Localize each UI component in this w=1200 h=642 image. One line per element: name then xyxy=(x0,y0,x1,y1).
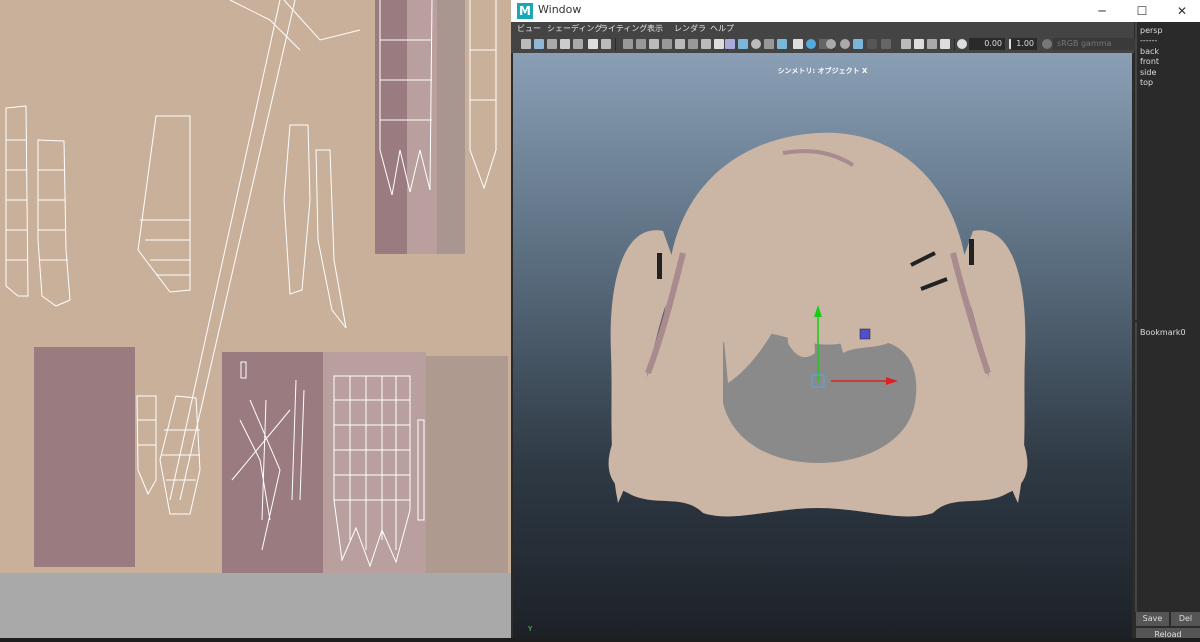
menu-view[interactable]: ビュー xyxy=(517,23,541,34)
uv-shell xyxy=(323,352,426,573)
exposure-icon[interactable] xyxy=(957,39,967,49)
2d-pan-zoom-icon[interactable] xyxy=(573,39,583,49)
image-plane-icon[interactable] xyxy=(560,39,570,49)
frame-selected-icon[interactable] xyxy=(940,39,950,49)
color-space-dropdown[interactable]: sRGB gamma xyxy=(1053,38,1135,50)
save-bookmark-button[interactable]: Save xyxy=(1136,612,1169,626)
light-icon[interactable] xyxy=(793,39,803,49)
uv-shell xyxy=(34,347,135,567)
delete-bookmark-button[interactable]: Del xyxy=(1171,612,1200,626)
uv-shell xyxy=(407,0,437,254)
maximize-button[interactable]: ☐ xyxy=(1124,0,1160,22)
viewport-window[interactable]: M Window ─ ☐ ✕ ビュー シェーディング ライティング 表示 レンダ… xyxy=(511,0,1200,639)
move-manipulator-plane-handle xyxy=(859,328,871,340)
camera-icon[interactable] xyxy=(521,39,531,49)
uv-shell xyxy=(222,352,323,573)
grid-icon[interactable] xyxy=(623,39,633,49)
menu-bar: ビュー シェーディング ライティング 表示 レンダラ ヘルプ xyxy=(511,22,1134,36)
menu-lighting[interactable]: ライティング xyxy=(600,23,647,34)
pencil-icon[interactable] xyxy=(601,39,611,49)
menu-shading[interactable]: シェーディング xyxy=(547,23,602,34)
ambient-occlusion-icon[interactable] xyxy=(826,39,836,49)
app-logo: M xyxy=(517,3,533,19)
title-bar[interactable]: M Window ─ ☐ ✕ xyxy=(511,0,1200,22)
safe-action-icon[interactable] xyxy=(688,39,698,49)
reload-button[interactable]: Reload xyxy=(1136,628,1200,639)
menu-renderer[interactable]: レンダラ xyxy=(674,23,706,34)
camera-item-top[interactable]: top xyxy=(1140,78,1153,87)
anti-alias-icon[interactable] xyxy=(853,39,863,49)
3d-viewport[interactable]: シンメトリ: オブジェクト X Y xyxy=(513,53,1132,638)
field-chart-icon[interactable] xyxy=(675,39,685,49)
uv-lower-area xyxy=(0,573,511,638)
frame-all-icon[interactable] xyxy=(927,39,937,49)
resolution-gate-icon[interactable] xyxy=(649,39,659,49)
gate-mask-icon[interactable] xyxy=(662,39,672,49)
texture-icon[interactable] xyxy=(764,39,774,49)
toolbar-separator xyxy=(954,38,955,51)
menu-help[interactable]: ヘルプ xyxy=(710,23,734,34)
smooth-shade-icon[interactable] xyxy=(751,39,761,49)
menu-show[interactable]: 表示 xyxy=(647,23,663,34)
uv-shell xyxy=(426,356,508,573)
view-axis-indicator: Y xyxy=(528,625,533,633)
hair-tie-right xyxy=(969,239,974,265)
wireframe-icon[interactable] xyxy=(725,39,735,49)
uv-canvas[interactable] xyxy=(0,0,511,638)
camera-item-persp[interactable]: persp xyxy=(1140,26,1163,35)
bookmark-panel: Bookmark0 xyxy=(1135,322,1200,612)
depth-of-field-icon[interactable] xyxy=(867,39,877,49)
panel-toolbar: 0.00 1.00 sRGB gamma xyxy=(511,36,1135,54)
uv-editor-panel[interactable] xyxy=(0,0,511,638)
camera-item-front[interactable]: front xyxy=(1140,57,1159,66)
film-gate-icon[interactable] xyxy=(636,39,646,49)
motion-blur-icon[interactable] xyxy=(840,39,850,49)
hair-tie-left xyxy=(657,253,662,279)
toolbar-separator xyxy=(615,38,616,51)
camera-list-panel: persp ------ back front side top xyxy=(1135,22,1200,320)
window-title: Window xyxy=(538,3,582,16)
shaded-icon[interactable] xyxy=(738,39,748,49)
camera-item-side[interactable]: side xyxy=(1140,68,1156,77)
isolate-icon[interactable] xyxy=(901,39,911,49)
camera-attributes-icon[interactable] xyxy=(534,39,544,49)
minimize-button[interactable]: ─ xyxy=(1084,0,1120,22)
xray-icon[interactable] xyxy=(777,39,787,49)
exposure-field[interactable]: 0.00 xyxy=(969,38,1005,50)
use-lights-icon[interactable] xyxy=(806,39,816,49)
frame-icon[interactable] xyxy=(714,39,724,49)
camera-separator: ------ xyxy=(1140,36,1158,45)
camera-item-back[interactable]: back xyxy=(1140,47,1159,56)
grease-pencil-icon[interactable] xyxy=(588,39,598,49)
select-icon[interactable] xyxy=(914,39,924,49)
hud-icon[interactable] xyxy=(881,39,891,49)
bookmark-item[interactable]: Bookmark0 xyxy=(1140,328,1186,337)
bookmark-icon[interactable] xyxy=(547,39,557,49)
close-button[interactable]: ✕ xyxy=(1164,0,1200,22)
uv-shell xyxy=(437,0,465,254)
safe-title-icon[interactable] xyxy=(701,39,711,49)
view-transform-icon[interactable] xyxy=(1042,39,1052,49)
gamma-field[interactable]: 1.00 xyxy=(1011,38,1037,50)
hair-model[interactable] xyxy=(513,53,1132,638)
